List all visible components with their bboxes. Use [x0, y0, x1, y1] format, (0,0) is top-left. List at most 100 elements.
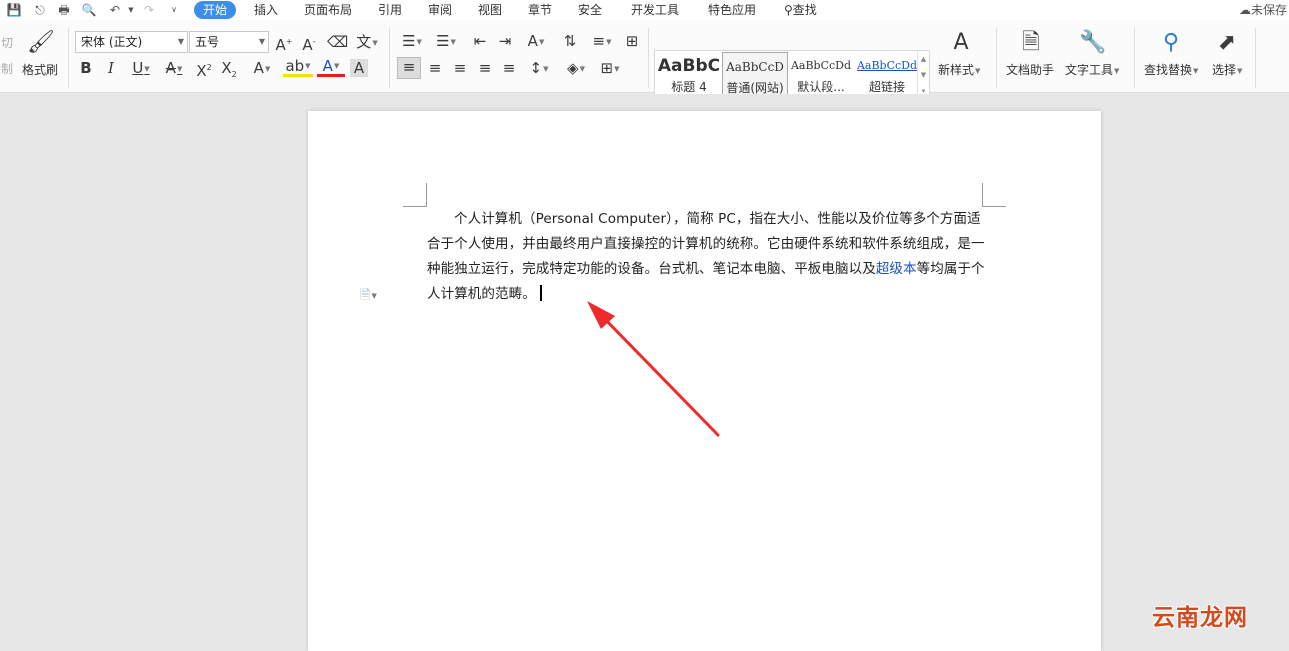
save-icon[interactable]: 💾	[6, 2, 22, 18]
tab-insert[interactable]: 插入	[254, 1, 278, 19]
customize-chevron-icon[interactable]: ∨	[166, 2, 182, 18]
tab-special-apps[interactable]: 特色应用	[708, 1, 756, 19]
hyperlink[interactable]: 超级本	[876, 261, 917, 277]
find-replace-button[interactable]: 查找替换▼	[1144, 63, 1198, 78]
find-replace-icon[interactable]: ⚲	[1156, 30, 1186, 56]
margin-corner-top-right	[982, 183, 1006, 207]
borders-icon[interactable]: ⊞▼	[596, 59, 624, 78]
scroll-down-icon[interactable]: ▼	[918, 67, 929, 83]
shrink-font-icon[interactable]: A-	[300, 33, 318, 54]
style-sample: AaBbCcDd	[790, 59, 852, 72]
text-direction-icon[interactable]: A▼	[522, 32, 550, 51]
format-painter-icon[interactable]: 🖌	[27, 30, 55, 56]
tab-start[interactable]: 开始	[194, 1, 237, 19]
watermark-logo: 云南龙网	[1152, 605, 1248, 631]
clear-format-icon[interactable]: ⌫	[327, 33, 348, 51]
styles-scroll[interactable]: ▲ ▼ ▾	[917, 51, 929, 99]
text-tools-label: 文字工具	[1065, 63, 1114, 77]
text-caret	[539, 285, 542, 301]
align-right-icon[interactable]: ≡	[451, 59, 469, 77]
numbered-list-icon[interactable]: ☰▼	[432, 32, 460, 51]
bullet-list-icon[interactable]: ☰▼	[398, 32, 426, 51]
style-hyperlink[interactable]: AaBbCcDd 超链接	[854, 52, 920, 98]
style-name: 超链接	[868, 80, 905, 94]
document-canvas: 🗎▼ 个人计算机（Personal Computer），简称 PC，指在大小、性…	[0, 94, 1289, 651]
margin-corner-top-left	[403, 183, 427, 207]
red-arrow-annotation	[587, 301, 720, 437]
paragraph-handle-icon[interactable]: 🗎▼	[360, 286, 377, 308]
tab-review[interactable]: 审阅	[428, 1, 452, 19]
format-painter-label[interactable]: 格式刷	[22, 63, 58, 77]
font-size-select[interactable]: 五号 ▼	[189, 31, 269, 53]
sort-icon[interactable]: ⇅	[560, 32, 580, 50]
strikethrough-icon[interactable]: A▼	[160, 59, 188, 78]
style-normal-web[interactable]: AaBbCcD 普通(网站)	[722, 52, 788, 98]
text-tools-button[interactable]: 文字工具▼	[1065, 63, 1119, 78]
line-spacing-icon[interactable]: ≡▼	[588, 32, 616, 51]
save-status-label: 未保存	[1250, 3, 1287, 17]
highlight-icon[interactable]: ab▼	[283, 59, 313, 77]
tab-security[interactable]: 安全	[578, 1, 602, 19]
paragraph-spacing-icon[interactable]: ↕▼	[525, 59, 553, 78]
style-heading4[interactable]: AaBbC 标题 4	[656, 52, 722, 98]
copy-label[interactable]: 制	[1, 62, 13, 76]
undo-dropdown-icon[interactable]: ▼	[123, 2, 139, 18]
search-icon: ⚲	[784, 3, 793, 17]
tab-references[interactable]: 引用	[378, 1, 402, 19]
subscript-icon[interactable]: X2	[219, 59, 239, 84]
font-color-icon[interactable]: A▼	[317, 59, 345, 77]
style-name: 默认段...	[797, 80, 845, 94]
table-grid-icon[interactable]: ⊞	[622, 32, 642, 50]
style-name: 普通(网站)	[726, 81, 784, 95]
select-button[interactable]: 选择▼	[1212, 63, 1242, 78]
char-shading-icon[interactable]: A	[350, 59, 368, 77]
decrease-indent-icon[interactable]: ⇤	[470, 32, 490, 50]
wrench-icon[interactable]: 🔧	[1078, 30, 1108, 56]
cursor-select-icon[interactable]: ⬈	[1214, 30, 1240, 56]
top-menu-bar: 💾 ⎋ 🖶 🔍 ↶ ▼ ↷ ∨ 开始 插入 页面布局 引用 审阅 视图 章节 安…	[0, 0, 1289, 20]
underline-icon[interactable]: U▼	[127, 59, 155, 78]
bold-icon[interactable]: B	[78, 59, 94, 77]
cut-label[interactable]: 切	[1, 36, 13, 50]
align-left-icon[interactable]: ≡	[397, 57, 421, 79]
undo-icon[interactable]: ↶	[107, 2, 123, 18]
chevron-down-icon: ▼	[258, 37, 265, 46]
increase-indent-icon[interactable]: ⇥	[495, 32, 515, 50]
align-center-icon[interactable]: ≡	[426, 59, 444, 77]
body-paragraph[interactable]: 个人计算机（Personal Computer），简称 PC，指在大小、性能以及…	[427, 207, 987, 307]
text-effect-icon[interactable]: A▼	[248, 59, 276, 78]
tab-section[interactable]: 章节	[528, 1, 552, 19]
doc-helper-label[interactable]: 文档助手	[1006, 63, 1054, 77]
print-preview-icon[interactable]: 🔍	[81, 2, 97, 18]
scroll-up-icon[interactable]: ▲	[918, 51, 929, 67]
chevron-down-icon: ▼	[177, 37, 184, 46]
new-style-button[interactable]: 新样式▼	[938, 63, 980, 78]
ribbon-toolbar: 切 制 🖌 格式刷 宋体 (正文) ▼ 五号 ▼ A+ A- ⌫ 文▼ B I U▼…	[0, 20, 1289, 100]
document-page[interactable]: 🗎▼ 个人计算机（Personal Computer），简称 PC，指在大小、性…	[308, 111, 1101, 651]
style-name: 标题 4	[671, 80, 707, 94]
style-default-paragraph[interactable]: AaBbCcDd 默认段...	[788, 52, 854, 98]
cloud-icon: ☁	[1238, 3, 1251, 17]
distribute-icon[interactable]: ≡	[500, 59, 518, 77]
chevron-down-icon: ▼	[1237, 66, 1243, 75]
print-icon[interactable]: 🖶	[56, 2, 72, 18]
redo-icon[interactable]: ↷	[141, 2, 157, 18]
tab-developer[interactable]: 开发工具	[631, 1, 679, 19]
superscript-icon[interactable]: X2	[194, 59, 214, 80]
export-icon[interactable]: ⎋	[32, 2, 48, 18]
italic-icon[interactable]: I	[103, 59, 119, 77]
chevron-down-icon: ▼	[975, 66, 981, 75]
new-style-icon[interactable]: A	[946, 30, 976, 56]
justify-icon[interactable]: ≡	[476, 59, 494, 77]
search-command[interactable]: ⚲查找	[784, 1, 817, 19]
doc-helper-icon[interactable]: 🗎	[1016, 30, 1046, 56]
font-name-select[interactable]: 宋体 (正文) ▼	[75, 31, 188, 53]
tab-page-layout[interactable]: 页面布局	[304, 1, 352, 19]
pinyin-guide-icon[interactable]: 文▼	[354, 33, 380, 52]
find-replace-label: 查找替换	[1144, 63, 1193, 77]
grow-font-icon[interactable]: A+	[275, 33, 293, 54]
save-status[interactable]: ☁未保存	[1239, 1, 1287, 19]
tab-view[interactable]: 视图	[478, 1, 502, 19]
shading-icon[interactable]: ◈▼	[562, 59, 590, 78]
new-style-label: 新样式	[938, 63, 975, 77]
